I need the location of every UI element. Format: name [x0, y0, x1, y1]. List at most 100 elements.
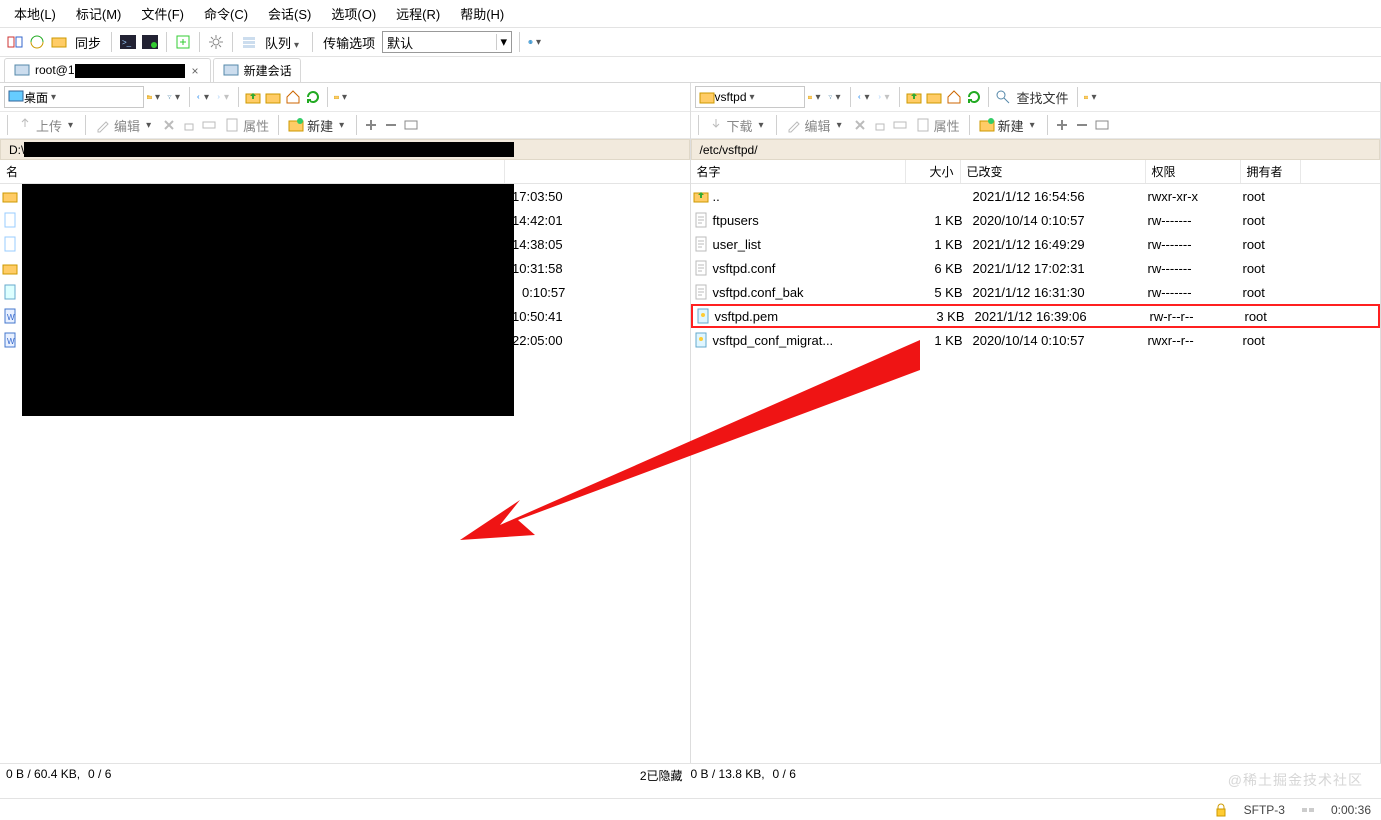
menu-item[interactable]: 标记(M): [68, 2, 130, 25]
file-row[interactable]: user_list1 KB2021/1/12 16:49:29rw-------…: [691, 232, 1381, 256]
sync-browse-icon[interactable]: [28, 33, 46, 51]
menu-item[interactable]: 帮助(H): [452, 2, 512, 25]
folder-sync-icon[interactable]: [50, 33, 68, 51]
parent-folder-icon[interactable]: [905, 88, 923, 106]
file-size: 3 KB: [910, 309, 965, 324]
local-file-list[interactable]: 17:03:50 14:42:01 14:38:05 10:31:58 40:1…: [0, 184, 690, 763]
queue-dropdown[interactable]: 队列: [262, 33, 305, 52]
menu-item[interactable]: 选项(O): [323, 2, 384, 25]
file-row[interactable]: ftpusers1 KB2020/10/14 0:10:57rw-------r…: [691, 208, 1381, 232]
filter-icon[interactable]: [827, 88, 845, 106]
filter-icon[interactable]: [166, 88, 184, 106]
forward-icon[interactable]: [215, 88, 233, 106]
plus-icon[interactable]: [1053, 116, 1071, 134]
remote-file-list[interactable]: ..2021/1/12 16:54:56rwxr-xr-xrootftpuser…: [691, 184, 1381, 763]
col-owner[interactable]: 拥有者: [1241, 160, 1301, 183]
local-status-size: 0 B / 60.4 KB,: [6, 767, 80, 784]
properties-action[interactable]: 属性: [911, 116, 964, 135]
new-action[interactable]: 新建: [284, 116, 351, 135]
plus-icon[interactable]: [362, 116, 380, 134]
transfer-icon[interactable]: [174, 33, 192, 51]
col-changed[interactable]: 已改变: [961, 160, 1146, 183]
terminal-icon[interactable]: >_: [119, 33, 137, 51]
back-icon[interactable]: [856, 88, 874, 106]
terminal-alt-icon[interactable]: [141, 33, 159, 51]
compare-icon[interactable]: [6, 33, 24, 51]
open-folder-icon[interactable]: [807, 88, 825, 106]
file-name: ftpusers: [713, 213, 759, 228]
delete-icon[interactable]: [851, 116, 869, 134]
menu-item[interactable]: 会话(S): [260, 2, 319, 25]
download-action[interactable]: 下载: [704, 116, 771, 135]
bookmark-icon[interactable]: [1083, 88, 1101, 106]
file-size: 1 KB: [908, 333, 963, 348]
queue-icon[interactable]: [240, 33, 258, 51]
file-changed: 2021/1/12 16:31:30: [963, 285, 1148, 300]
monitor-icon: [13, 62, 31, 80]
home-icon[interactable]: [284, 88, 302, 106]
rename-icon[interactable]: [891, 116, 909, 134]
menu-item[interactable]: 本地(L): [6, 2, 64, 25]
menu-item[interactable]: 命令(C): [196, 2, 256, 25]
sync-label[interactable]: 同步: [72, 33, 104, 52]
lock-icon[interactable]: [871, 116, 889, 134]
gear-icon[interactable]: [207, 33, 225, 51]
back-icon[interactable]: [195, 88, 213, 106]
file-owner: root: [1243, 285, 1303, 300]
remote-folder-select[interactable]: vsftpd: [695, 86, 805, 108]
properties-action[interactable]: 属性: [220, 116, 273, 135]
new-session-tab[interactable]: 新建会话: [213, 58, 301, 82]
mask-icon[interactable]: [402, 116, 420, 134]
edit-action[interactable]: 编辑: [782, 116, 849, 135]
bookmark-icon[interactable]: [333, 88, 351, 106]
file-name: vsftpd_conf_migrat...: [713, 333, 834, 348]
file-icon: [695, 308, 711, 324]
col-size[interactable]: 大小: [906, 160, 961, 183]
folder-icon: [699, 90, 715, 104]
open-folder-icon[interactable]: [146, 88, 164, 106]
new-action[interactable]: 新建: [975, 116, 1042, 135]
root-folder-icon[interactable]: [925, 88, 943, 106]
delete-icon[interactable]: [160, 116, 178, 134]
menu-item[interactable]: 文件(F): [133, 2, 192, 25]
col-permissions[interactable]: 权限: [1146, 160, 1241, 183]
parent-folder-icon[interactable]: [244, 88, 262, 106]
root-folder-icon[interactable]: [264, 88, 282, 106]
find-files-label[interactable]: 查找文件: [1014, 88, 1072, 107]
file-icon: [2, 212, 18, 228]
status-bar: 0 B / 60.4 KB, 0 / 6 2已隐藏 0 B / 13.8 KB,…: [0, 763, 1381, 787]
transfer-preset-select[interactable]: 默认 ▾: [382, 31, 512, 53]
local-panel: 桌面 上传 编辑 属性 新建: [0, 83, 691, 763]
session-tab[interactable]: root@1 ×: [4, 58, 211, 82]
find-icon[interactable]: [994, 88, 1012, 106]
col-name[interactable]: 名: [0, 160, 505, 183]
col-name[interactable]: 名字: [691, 160, 906, 183]
file-row[interactable]: vsftpd_conf_migrat... 1 KB2020/10/14 0:10…: [691, 328, 1381, 352]
file-owner: root: [1243, 189, 1303, 204]
file-changed: 2020/10/14 0:10:57: [963, 333, 1148, 348]
mask-icon[interactable]: [1093, 116, 1111, 134]
close-tab-icon[interactable]: ×: [189, 64, 202, 78]
rename-icon[interactable]: [200, 116, 218, 134]
globe-icon[interactable]: [527, 33, 545, 51]
forward-icon[interactable]: [876, 88, 894, 106]
home-icon[interactable]: [945, 88, 963, 106]
lock-icon[interactable]: [180, 116, 198, 134]
local-header: 名: [0, 160, 690, 184]
refresh-icon[interactable]: [965, 88, 983, 106]
local-folder-select[interactable]: 桌面: [4, 86, 144, 108]
edit-action[interactable]: 编辑: [91, 116, 158, 135]
file-owner: root: [1243, 333, 1303, 348]
file-time: 10:31:58: [512, 261, 563, 276]
file-row[interactable]: vsftpd.conf_bak5 KB2021/1/12 16:31:30rw-…: [691, 280, 1381, 304]
file-row[interactable]: vsftpd.conf6 KB2021/1/12 17:02:31rw-----…: [691, 256, 1381, 280]
local-path-text: D:\: [9, 143, 24, 157]
file-row[interactable]: ..2021/1/12 16:54:56rwxr-xr-xroot: [691, 184, 1381, 208]
minus-icon[interactable]: [382, 116, 400, 134]
refresh-icon[interactable]: [304, 88, 322, 106]
menu-item[interactable]: 远程(R): [388, 2, 448, 25]
file-icon: [693, 212, 709, 228]
minus-icon[interactable]: [1073, 116, 1091, 134]
file-row[interactable]: vsftpd.pem3 KB2021/1/12 16:39:06rw-r--r-…: [691, 304, 1381, 328]
upload-action[interactable]: 上传: [13, 116, 80, 135]
